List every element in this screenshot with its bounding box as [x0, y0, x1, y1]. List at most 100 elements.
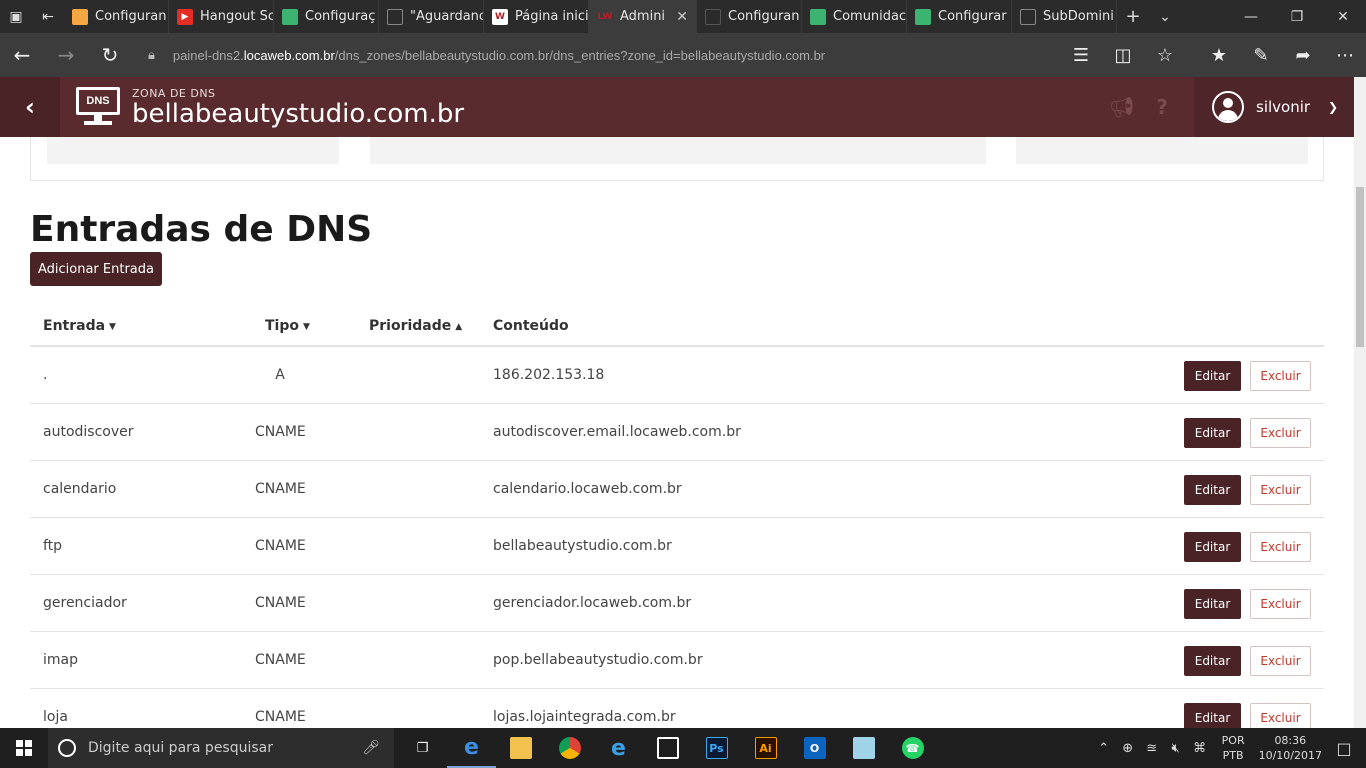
plug-icon[interactable]: ⌘: [1188, 741, 1212, 756]
browser-tabs: Configuran ▶ Hangout Sc Configuraç "Aguardan…: [64, 0, 1117, 33]
tab-label: Configuran: [728, 9, 800, 24]
tab-favicon-icon: W: [492, 8, 508, 25]
store-icon[interactable]: [643, 728, 692, 768]
table-row: calendario CNAME calendario.locaweb.com.br…: [30, 461, 1324, 518]
back-icon[interactable]: ←: [0, 33, 44, 77]
chrome-icon[interactable]: [545, 728, 594, 768]
pen-icon[interactable]: ✎: [1240, 45, 1282, 66]
wifi-icon[interactable]: ≊: [1140, 741, 1164, 756]
tab-label: Comunidac: [833, 9, 906, 24]
tab-overview-icon[interactable]: ▣: [0, 0, 32, 33]
notes-icon[interactable]: [839, 728, 888, 768]
browser-tab[interactable]: Comunidac: [802, 0, 907, 33]
microphone-icon[interactable]: 🎤︎: [362, 740, 380, 756]
browser-tab[interactable]: LW Admini ✕: [589, 0, 697, 33]
sort-prioridade[interactable]: Prioridade ▲: [369, 318, 462, 334]
dns-monitor-icon: DNS: [76, 87, 120, 127]
taskbar-search[interactable]: Digite aqui para pesquisar 🎤︎: [48, 728, 394, 768]
delete-button[interactable]: Excluir: [1250, 475, 1311, 505]
delete-button[interactable]: Excluir: [1250, 418, 1311, 448]
browser-tab[interactable]: Configuran: [697, 0, 802, 33]
location-icon[interactable]: ⊕: [1116, 741, 1140, 756]
tab-favicon-icon: [810, 8, 826, 25]
outlook-icon[interactable]: O: [790, 728, 839, 768]
new-tab-icon[interactable]: +: [1117, 0, 1149, 33]
restore-icon[interactable]: ❐: [1274, 0, 1320, 33]
share-icon[interactable]: ➦: [1282, 45, 1324, 66]
browser-tab[interactable]: ▶ Hangout Sc: [169, 0, 274, 33]
caret-down-icon: ▼: [109, 322, 116, 332]
page-scrollbar[interactable]: [1354, 77, 1366, 728]
forward-icon[interactable]: →: [44, 33, 88, 77]
notifications-icon[interactable]: □: [1322, 739, 1366, 758]
table-row: imap CNAME pop.bellabeautystudio.com.br Edi…: [30, 632, 1324, 689]
refresh-icon[interactable]: ↻: [88, 33, 132, 77]
close-window-icon[interactable]: ✕: [1320, 0, 1366, 33]
edge-icon[interactable]: e: [447, 728, 496, 768]
tab-label: Página inici: [515, 9, 588, 24]
close-tab-icon[interactable]: ✕: [676, 9, 688, 25]
url-field[interactable]: painel-dns2.locaweb.com.br/dns_zones/bel…: [173, 48, 825, 63]
clock[interactable]: 08:36 10/10/2017: [1259, 733, 1322, 763]
tab-preview-chevron-icon[interactable]: ⌄: [1149, 0, 1181, 33]
delete-button[interactable]: Excluir: [1250, 589, 1311, 619]
tab-favicon-icon: ▶: [177, 8, 193, 25]
edit-button[interactable]: Editar: [1184, 418, 1241, 448]
browser-toolbar: ☰ ◫ ☆ ★ ✎ ➦ ⋯: [1060, 45, 1366, 66]
tab-label: Admini: [620, 9, 666, 24]
edit-button[interactable]: Editar: [1184, 589, 1241, 619]
scrollbar-thumb[interactable]: [1356, 187, 1364, 347]
help-icon[interactable]: ?: [1156, 95, 1168, 119]
file-explorer-icon[interactable]: [496, 728, 545, 768]
delete-button[interactable]: Excluir: [1250, 361, 1311, 391]
browser-tab[interactable]: Configuran: [64, 0, 169, 33]
col-entrada-label: Entrada: [43, 318, 106, 334]
sort-entrada[interactable]: Entrada ▼: [43, 318, 116, 334]
edit-button[interactable]: Editar: [1184, 475, 1241, 505]
browser-tab-strip: ▣ ⇤ Configuran ▶ Hangout Sc Configuraç "Agua…: [0, 0, 1366, 33]
browser-tab[interactable]: "Aguardano: [379, 0, 484, 33]
sort-tipo[interactable]: Tipo ▼: [265, 318, 310, 334]
browser-tab[interactable]: SubDomini: [1012, 0, 1117, 33]
task-view-icon[interactable]: ❐: [398, 728, 447, 768]
volume-muted-icon[interactable]: 🔇︎: [1164, 741, 1188, 756]
internet-explorer-icon[interactable]: e: [594, 728, 643, 768]
search-placeholder: Digite aqui para pesquisar: [88, 740, 274, 756]
dns-logo-text: DNS: [76, 87, 120, 115]
chevron-up-icon[interactable]: ⌃: [1092, 741, 1116, 756]
start-button[interactable]: [0, 728, 48, 768]
delete-button[interactable]: Excluir: [1250, 646, 1311, 676]
favorites-hub-icon[interactable]: ★: [1198, 45, 1240, 66]
add-entry-button[interactable]: Adicionar Entrada: [30, 252, 162, 286]
tab-label: "Aguardano: [410, 9, 483, 24]
edit-button[interactable]: Editar: [1184, 361, 1241, 391]
cell-entrada: calendario: [43, 481, 117, 497]
cell-entrada: .: [43, 367, 48, 383]
browser-tab[interactable]: Configurar: [907, 0, 1012, 33]
megaphone-icon[interactable]: 📢︎: [1109, 95, 1134, 119]
tab-favicon-icon: LW: [597, 11, 613, 22]
user-menu[interactable]: silvonir ❯: [1194, 77, 1354, 137]
windows-taskbar: Digite aqui para pesquisar 🎤︎ ❐ e e Ps A…: [0, 728, 1366, 768]
app-header: ‹ DNS ZONA DE DNS bellabeautystudio.com.…: [0, 77, 1354, 137]
edit-button[interactable]: Editar: [1184, 646, 1241, 676]
favorite-star-icon[interactable]: ☆: [1144, 45, 1186, 66]
book-icon[interactable]: ◫: [1102, 45, 1144, 66]
photoshop-icon[interactable]: Ps: [692, 728, 741, 768]
browser-tab[interactable]: Configuraç: [274, 0, 379, 33]
table-row: . A 186.202.153.18 Editar Excluir: [30, 347, 1324, 404]
back-arrow-icon[interactable]: ‹: [0, 77, 60, 137]
cortana-icon: [58, 739, 76, 757]
reading-icon[interactable]: ☰: [1060, 45, 1102, 66]
illustrator-icon[interactable]: Ai: [741, 728, 790, 768]
set-aside-tabs-icon[interactable]: ⇤: [32, 0, 64, 33]
tab-label: Hangout Sc: [200, 9, 273, 24]
more-icon[interactable]: ⋯: [1324, 45, 1366, 66]
whatsapp-icon[interactable]: ☎: [888, 728, 937, 768]
cell-conteudo: pop.bellabeautystudio.com.br: [493, 652, 703, 668]
minimize-icon[interactable]: —: [1228, 0, 1274, 33]
browser-tab[interactable]: W Página inici: [484, 0, 589, 33]
language-indicator[interactable]: POR PTB: [1222, 733, 1245, 763]
delete-button[interactable]: Excluir: [1250, 532, 1311, 562]
edit-button[interactable]: Editar: [1184, 532, 1241, 562]
